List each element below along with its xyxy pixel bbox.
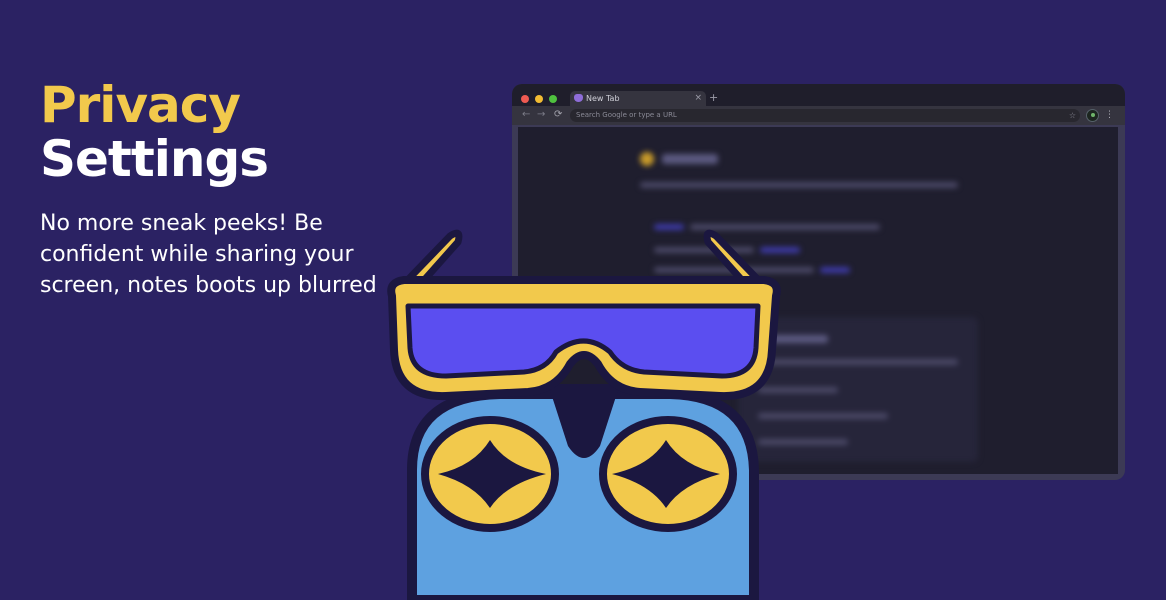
hero-banner: Privacy Settings No more sneak peeks! Be… [0,0,1166,600]
glasses-lens [405,303,761,379]
owl-mascot-icon [387,229,781,600]
